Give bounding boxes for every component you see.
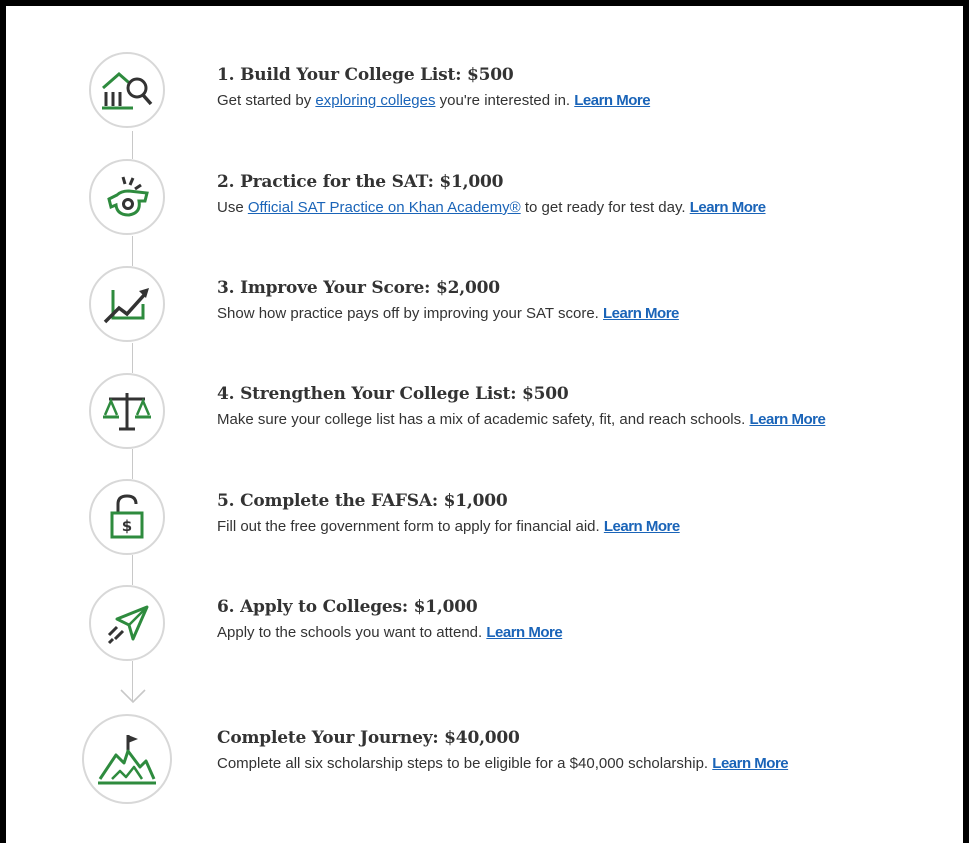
- step-connector: [132, 236, 133, 266]
- step-icon-circle: [82, 714, 172, 804]
- paper-plane-icon: [107, 605, 149, 645]
- step-description: Use Official SAT Practice on Khan Academ…: [217, 199, 766, 216]
- scholarship-steps-panel: 1. Build Your College List: $500 Get sta…: [0, 0, 969, 843]
- step-title: 1. Build Your College List: $500: [217, 65, 514, 85]
- step-description: Show how practice pays off by improving …: [217, 305, 679, 322]
- step-title: 3. Improve Your Score: $2,000: [217, 278, 500, 298]
- step-title: 4. Strengthen Your College List: $500: [217, 384, 569, 404]
- learn-more-link[interactable]: Learn More: [712, 755, 788, 772]
- step-icon-circle: [89, 159, 165, 235]
- exploring-colleges-link[interactable]: exploring colleges: [315, 92, 435, 109]
- whistle-icon: [107, 176, 149, 217]
- unlocked-padlock-dollar-icon: $: [110, 494, 144, 539]
- step-icon-circle: [89, 585, 165, 661]
- step-connector: [132, 449, 133, 479]
- khan-academy-link[interactable]: Official SAT Practice on Khan Academy®: [248, 199, 521, 216]
- learn-more-link[interactable]: Learn More: [749, 411, 825, 428]
- step-title: Complete Your Journey: $40,000: [217, 728, 520, 748]
- step-description: Make sure your college list has a mix of…: [217, 411, 826, 428]
- step-icon-circle: [89, 373, 165, 449]
- step-icon-circle: [89, 266, 165, 342]
- step-title: 5. Complete the FAFSA: $1,000: [217, 491, 508, 511]
- arrow-down-icon: [120, 689, 146, 704]
- balance-scale-icon: [103, 393, 151, 431]
- step-connector: [132, 343, 133, 373]
- learn-more-link[interactable]: Learn More: [574, 92, 650, 109]
- step-connector: [132, 555, 133, 585]
- learn-more-link[interactable]: Learn More: [690, 199, 766, 216]
- learn-more-link[interactable]: Learn More: [486, 624, 562, 641]
- step-title: 6. Apply to Colleges: $1,000: [217, 597, 478, 617]
- growth-chart-icon: [103, 288, 149, 324]
- step-description: Fill out the free government form to app…: [217, 518, 680, 535]
- step-icon-circle: $: [89, 479, 165, 555]
- step-description: Get started by exploring colleges you're…: [217, 92, 651, 109]
- svg-text:$: $: [122, 517, 132, 535]
- learn-more-link[interactable]: Learn More: [603, 305, 679, 322]
- mountain-flag-icon: [98, 735, 156, 785]
- step-title: 2. Practice for the SAT: $1,000: [217, 172, 504, 192]
- step-description: Apply to the schools you want to attend.…: [217, 624, 563, 641]
- college-search-icon: [102, 72, 153, 110]
- step-icon-circle: [89, 52, 165, 128]
- step-connector: [132, 131, 133, 159]
- step-description: Complete all six scholarship steps to be…: [217, 755, 789, 772]
- learn-more-link[interactable]: Learn More: [604, 518, 680, 535]
